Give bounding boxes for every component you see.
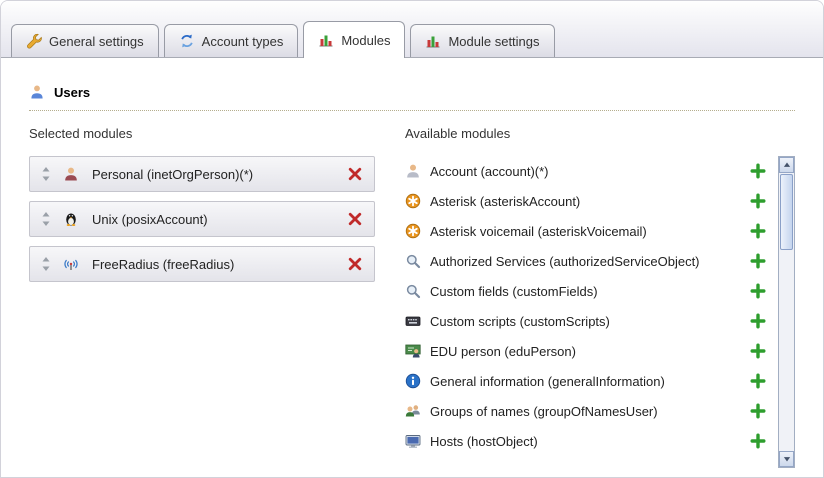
available-module-label: Custom scripts (customScripts) <box>430 314 610 329</box>
magnifier-icon <box>405 253 421 269</box>
available-module-row: General information (generalInformation) <box>405 366 778 396</box>
edu-person-icon <box>405 343 421 359</box>
tab-label: General settings <box>49 34 144 49</box>
add-module-button[interactable] <box>750 253 766 269</box>
scroll-up-button[interactable] <box>779 157 794 173</box>
remove-module-button[interactable] <box>347 211 363 227</box>
add-module-button[interactable] <box>750 193 766 209</box>
tab-label: Account types <box>202 34 284 49</box>
bar-chart-icon <box>425 33 441 49</box>
available-modules-heading: Available modules <box>405 126 795 141</box>
bar-chart-icon <box>318 32 334 48</box>
add-module-button[interactable] <box>750 373 766 389</box>
selected-module-label: Personal (inetOrgPerson)(*) <box>92 167 347 182</box>
magnifier-icon <box>405 283 421 299</box>
keyboard-icon <box>405 313 421 329</box>
tux-icon <box>63 211 79 227</box>
available-module-label: EDU person (eduPerson) <box>430 344 576 359</box>
modules-panel: Users Selected modules Personal (inetOrg… <box>1 58 823 468</box>
tab-account-types[interactable]: Account types <box>164 24 299 57</box>
user-icon <box>29 84 45 100</box>
add-module-button[interactable] <box>750 343 766 359</box>
available-module-row: EDU person (eduPerson) <box>405 336 778 366</box>
available-modules-list: Account (account)(*) Asterisk (asteriskA… <box>405 156 778 468</box>
lam-configuration-page: General settings Account types Modules M… <box>0 0 824 478</box>
tab-general-settings[interactable]: General settings <box>11 24 159 57</box>
info-icon <box>405 373 421 389</box>
section-title: Users <box>54 85 90 100</box>
asterisk-icon <box>405 193 421 209</box>
freeradius-icon <box>63 256 79 272</box>
available-module-label: Custom fields (customFields) <box>430 284 598 299</box>
selected-module-row-unix[interactable]: Unix (posixAccount) <box>29 201 375 237</box>
sync-icon <box>179 33 195 49</box>
selected-module-label: Unix (posixAccount) <box>92 212 347 227</box>
available-modules-scrollbar[interactable] <box>778 156 795 468</box>
available-module-row: Asterisk (asteriskAccount) <box>405 186 778 216</box>
personal-icon <box>63 166 79 182</box>
available-module-row: Custom fields (customFields) <box>405 276 778 306</box>
remove-module-button[interactable] <box>347 256 363 272</box>
scrollbar-thumb[interactable] <box>780 174 793 250</box>
wrench-icon <box>26 33 42 49</box>
available-module-label: Authorized Services (authorizedServiceOb… <box>430 254 700 269</box>
selected-modules-heading: Selected modules <box>29 126 375 141</box>
drag-handle-icon[interactable] <box>41 256 51 272</box>
available-module-label: Asterisk (asteriskAccount) <box>430 194 580 209</box>
host-icon <box>405 433 421 449</box>
add-module-button[interactable] <box>750 433 766 449</box>
available-module-row: Groups of names (groupOfNamesUser) <box>405 396 778 426</box>
available-module-label: Hosts (hostObject) <box>430 434 538 449</box>
available-module-label: Asterisk voicemail (asteriskVoicemail) <box>430 224 647 239</box>
available-module-row: Account (account)(*) <box>405 156 778 186</box>
available-module-label: General information (generalInformation) <box>430 374 665 389</box>
available-modules-column: Available modules Account (account)(*) <box>405 126 795 468</box>
available-module-row: Custom scripts (customScripts) <box>405 306 778 336</box>
drag-handle-icon[interactable] <box>41 211 51 227</box>
available-module-row: Asterisk voicemail (asteriskVoicemail) <box>405 216 778 246</box>
add-module-button[interactable] <box>750 313 766 329</box>
scroll-down-button[interactable] <box>779 451 794 467</box>
selected-modules-column: Selected modules Personal (inetOrgPerson… <box>29 126 375 468</box>
remove-module-button[interactable] <box>347 166 363 182</box>
available-module-label: Account (account)(*) <box>430 164 549 179</box>
scrollbar-track[interactable] <box>779 173 794 451</box>
tab-label: Module settings <box>448 34 539 49</box>
available-module-row: Authorized Services (authorizedServiceOb… <box>405 246 778 276</box>
selected-module-row-personal[interactable]: Personal (inetOrgPerson)(*) <box>29 156 375 192</box>
tab-label: Modules <box>341 33 390 48</box>
selected-module-row-freeradius[interactable]: FreeRadius (freeRadius) <box>29 246 375 282</box>
available-module-label: Groups of names (groupOfNamesUser) <box>430 404 658 419</box>
tab-bar: General settings Account types Modules M… <box>1 1 823 58</box>
selected-module-label: FreeRadius (freeRadius) <box>92 257 347 272</box>
add-module-button[interactable] <box>750 223 766 239</box>
groups-icon <box>405 403 421 419</box>
tab-modules[interactable]: Modules <box>303 21 405 58</box>
drag-handle-icon[interactable] <box>41 166 51 182</box>
users-section-heading: Users <box>29 84 795 111</box>
tab-strip: General settings Account types Modules M… <box>11 21 555 57</box>
tab-module-settings[interactable]: Module settings <box>410 24 554 57</box>
available-module-row: Hosts (hostObject) <box>405 426 778 456</box>
add-module-button[interactable] <box>750 163 766 179</box>
asterisk-icon <box>405 223 421 239</box>
account-icon <box>405 163 421 179</box>
add-module-button[interactable] <box>750 283 766 299</box>
add-module-button[interactable] <box>750 403 766 419</box>
